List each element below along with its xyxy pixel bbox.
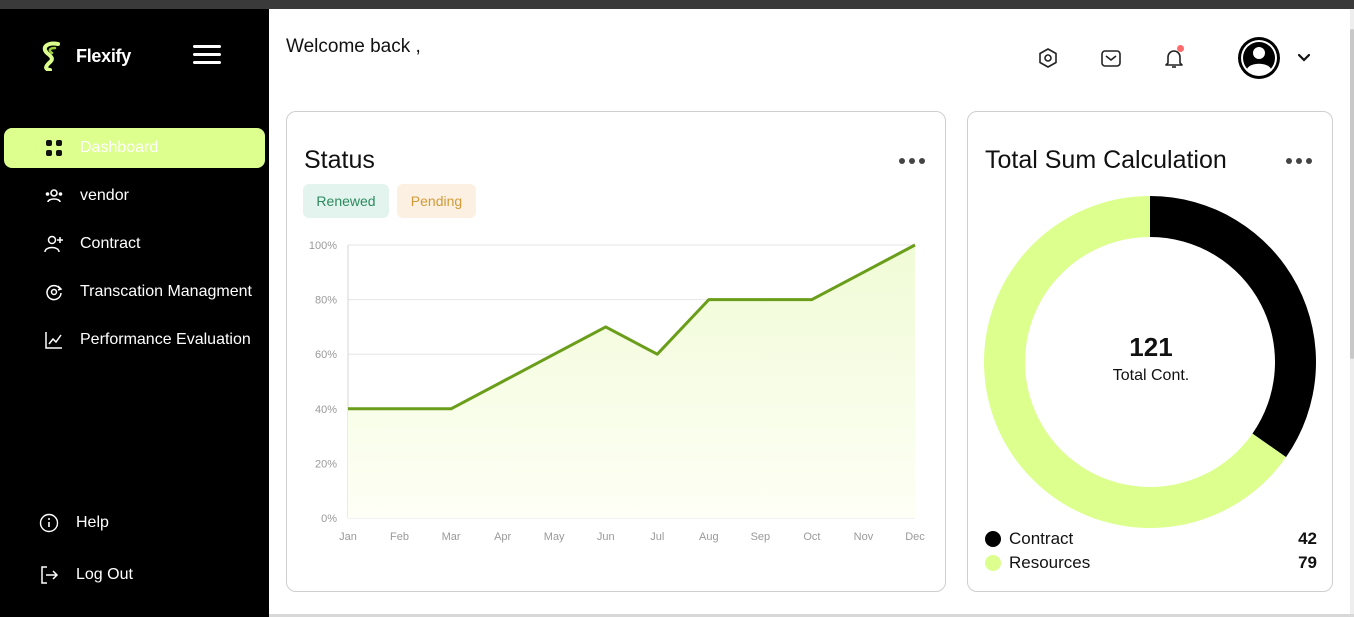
legend-item-resources: Resources 79 [985, 551, 1317, 575]
sidebar-item-label: Performance Evaluation [80, 331, 251, 348]
series-area [348, 245, 915, 518]
total-sum-card: Total Sum Calculation 121 Total Cont. Co… [967, 111, 1333, 592]
x-tick-label: Jan [339, 531, 357, 543]
help-link[interactable]: Help [38, 509, 133, 537]
donut-center-label: Total Cont. [1112, 367, 1190, 384]
scrollbar[interactable] [1350, 9, 1354, 617]
scrollbar-thumb[interactable] [1350, 29, 1354, 359]
settings-icon[interactable] [1035, 45, 1061, 71]
sidebar: Flexify Dashboard vendor Contract Transc… [0, 9, 269, 617]
data-point [501, 380, 505, 384]
donut-center-value: 121 [1129, 332, 1173, 362]
chart-line-icon [44, 330, 64, 350]
help-label: Help [76, 514, 109, 531]
flexify-logo-icon [42, 41, 60, 71]
menu-toggle-icon[interactable] [193, 45, 221, 65]
legend-label: Contract [1009, 529, 1074, 548]
sidebar-item-vendor[interactable]: vendor [4, 176, 265, 216]
y-tick-label: 60% [315, 349, 337, 361]
donut-legend: Contract 42 Resources 79 [985, 527, 1317, 575]
notification-dot [1177, 45, 1184, 52]
x-tick-label: Aug [699, 531, 719, 543]
donut-slice-contract [1150, 196, 1316, 458]
x-tick-label: Jun [597, 531, 615, 543]
data-point [449, 407, 453, 411]
y-tick-label: 0% [321, 513, 337, 525]
header-actions [1035, 45, 1187, 71]
logout-link[interactable]: Log Out [38, 561, 133, 589]
legend-item-contract: Contract 42 [985, 527, 1317, 551]
data-point [346, 407, 350, 411]
sidebar-item-transaction-management[interactable]: Transcation Managment [4, 272, 265, 312]
y-tick-label: 40% [315, 404, 337, 416]
transaction-icon [44, 282, 64, 302]
user-plus-icon [44, 234, 64, 254]
data-point [861, 270, 865, 274]
avatar[interactable] [1238, 37, 1280, 79]
x-tick-label: May [544, 531, 565, 543]
data-point [398, 407, 402, 411]
data-point [655, 352, 659, 356]
data-point [552, 352, 556, 356]
x-tick-label: Feb [390, 531, 409, 543]
welcome-message: Welcome back , [286, 36, 421, 57]
bell-icon[interactable] [1161, 45, 1187, 71]
app-name: Flexify [76, 45, 131, 66]
status-card: Status Renewed Pending 0% 20% 40% 60% 80% 100… [286, 111, 946, 592]
window-top-bar [0, 0, 1354, 9]
data-point [810, 298, 814, 302]
sidebar-item-label: vendor [80, 187, 129, 204]
sidebar-nav: Dashboard vendor Contract Transcation Ma… [4, 128, 265, 368]
legend-swatch [985, 531, 1001, 547]
data-point [604, 325, 608, 329]
sidebar-bottom-nav: Help Log Out [38, 509, 133, 613]
x-tick-label: Jul [650, 531, 664, 543]
sidebar-item-performance-evaluation[interactable]: Performance Evaluation [4, 320, 265, 360]
status-line-chart: 0% 20% 40% 60% 80% 100% Jan Feb Mar Apr May Jun Jul A… [309, 240, 925, 543]
y-tick-label: 20% [315, 458, 337, 470]
y-tick-label: 100% [309, 240, 337, 252]
x-tick-label: Mar [442, 531, 461, 543]
chevron-down-icon[interactable] [1296, 50, 1312, 66]
info-icon [38, 512, 60, 534]
x-tick-label: Dec [905, 531, 925, 543]
x-tick-label: Nov [854, 531, 874, 543]
y-tick-label: 80% [315, 295, 337, 307]
sidebar-item-contract[interactable]: Contract [4, 224, 265, 264]
mail-icon[interactable] [1098, 45, 1124, 71]
x-tick-label: Apr [494, 531, 511, 543]
logout-icon [38, 564, 60, 586]
legend-value: 79 [1298, 553, 1317, 572]
grid-icon [44, 138, 64, 158]
users-icon [44, 186, 64, 206]
data-point [758, 298, 762, 302]
x-tick-label: Sep [751, 531, 771, 543]
legend-swatch [985, 555, 1001, 571]
sidebar-item-dashboard[interactable]: Dashboard [4, 128, 265, 168]
legend-value: 42 [1298, 529, 1317, 548]
sidebar-item-label: Transcation Managment [80, 283, 252, 300]
data-point [913, 243, 917, 247]
legend-label: Resources [1009, 553, 1091, 572]
app-logo[interactable]: Flexify [38, 41, 131, 71]
sidebar-item-label: Dashboard [80, 139, 159, 156]
logout-label: Log Out [76, 566, 133, 583]
x-tick-label: Oct [803, 531, 820, 543]
sidebar-item-label: Contract [80, 235, 141, 252]
data-point [707, 298, 711, 302]
